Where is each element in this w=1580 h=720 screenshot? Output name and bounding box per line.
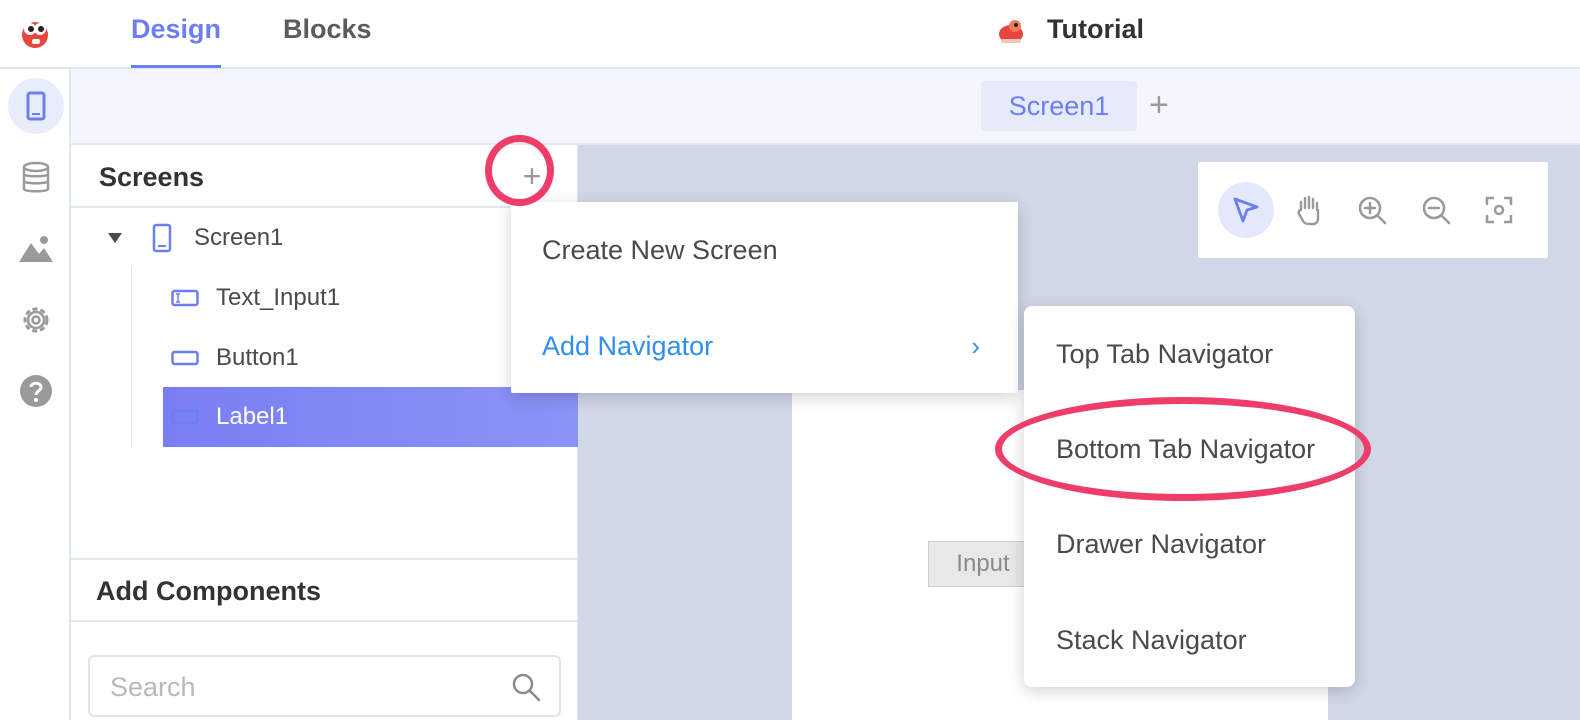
app-logo-icon[interactable] [18,17,52,51]
chevron-right-icon: › [971,330,980,361]
phone-icon [152,223,172,253]
pointer-icon [1233,197,1259,223]
tree-item-text-input1[interactable]: Text_Input1 [71,269,578,327]
screens-title: Screens [99,162,205,192]
help-icon [20,375,52,407]
tree-item-label1[interactable]: Label1 [163,387,578,447]
drawer-navigator-item[interactable]: Drawer Navigator [1024,504,1355,584]
add-screen-tab-button[interactable]: + [1149,85,1169,125]
gear-icon [23,307,49,333]
button-icon [171,350,199,366]
tab-blocks[interactable]: Blocks [283,14,372,68]
screens-panel: Screens + Screen1 Text_Input1 Button1 La… [71,145,578,720]
search-icon[interactable] [510,671,542,703]
zoom-in-icon [1358,196,1387,225]
zoom-in-button[interactable] [1344,182,1400,238]
top-bar: Design Blocks Tutorial [0,0,1580,69]
search-input[interactable] [110,669,490,705]
tree-item-label: Text_Input1 [216,284,341,311]
fit-screen-button[interactable] [1471,182,1527,238]
project-logo-icon [999,20,1023,43]
tab-screen1[interactable]: Screen1 [981,81,1137,131]
rail-item-data[interactable] [8,150,64,206]
caret-down-icon[interactable] [107,232,123,244]
zoom-out-button[interactable] [1408,182,1464,238]
screen-tab-bar: Screen1 + [71,69,1580,145]
rail-item-design[interactable] [8,78,64,134]
highlight-ellipse-annotation [995,397,1371,501]
left-icon-rail [0,69,71,720]
tree-item-label: Screen1 [194,224,284,251]
fit-screen-icon [1485,196,1513,224]
create-new-screen-item[interactable]: Create New Screen [511,210,1018,290]
tab-design[interactable]: Design [131,14,222,68]
add-navigator-item[interactable]: Add Navigator › [511,306,1018,386]
input-widget-preview[interactable]: Input [928,541,1038,587]
add-components-header: Add Components [71,558,578,622]
rail-item-media[interactable] [8,220,64,276]
component-search-box[interactable] [88,655,561,717]
select-tool-button[interactable] [1218,182,1274,238]
project-name: Tutorial [1047,14,1144,44]
rail-item-settings[interactable] [8,292,64,348]
canvas-toolbar [1198,162,1548,258]
image-icon [19,236,53,262]
database-icon [22,161,50,193]
zoom-out-icon [1422,196,1451,225]
tree-item-button1[interactable]: Button1 [71,329,578,387]
stack-navigator-item[interactable]: Stack Navigator [1024,600,1355,680]
rail-item-help[interactable] [8,363,64,419]
label-icon [171,409,199,425]
add-navigator-label: Add Navigator [542,330,714,361]
highlight-circle-annotation [485,135,554,206]
tree-item-screen1[interactable]: Screen1 [71,209,578,267]
tree-item-label: Button1 [216,344,299,371]
tree-item-label: Label1 [216,403,289,430]
phone-icon [26,91,46,121]
hand-icon [1297,195,1320,226]
top-tab-navigator-item[interactable]: Top Tab Navigator [1024,314,1355,394]
add-screen-menu: Create New Screen Add Navigator › [511,202,1018,393]
pan-tool-button[interactable] [1281,182,1337,238]
add-components-title: Add Components [96,576,321,606]
text-input-icon [171,289,199,307]
